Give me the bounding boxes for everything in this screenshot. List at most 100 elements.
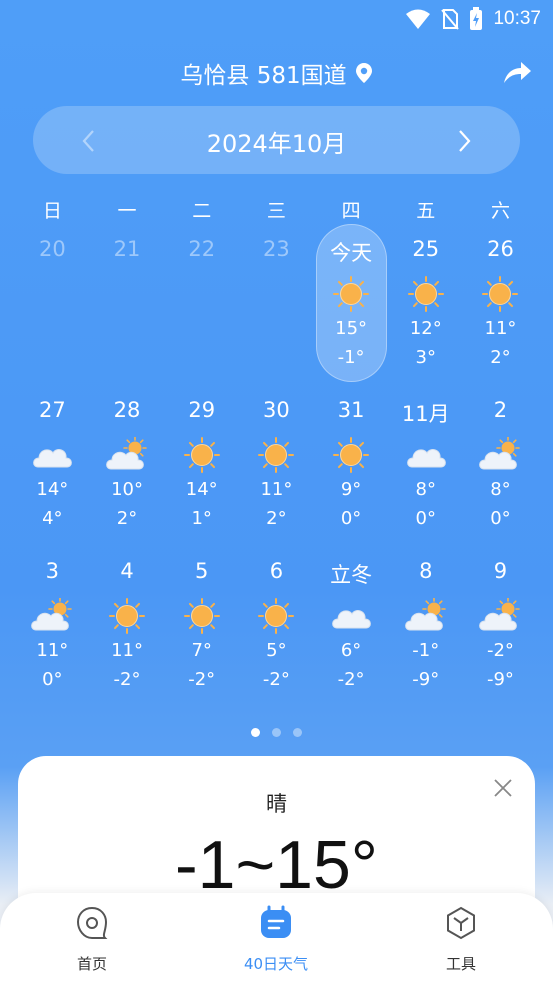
sun-icon <box>105 598 149 634</box>
location-pin-icon <box>355 63 372 83</box>
day-number: 21 <box>113 237 141 261</box>
sun-icon <box>180 437 224 473</box>
status-icons: 10:37 <box>405 6 541 32</box>
detail-weather: 晴 <box>266 792 287 816</box>
page-indicator <box>0 728 553 737</box>
calendar-day-today[interactable]: 今天 15° -1° <box>314 224 389 385</box>
temp-high: 15° <box>335 318 368 339</box>
calendar-day[interactable]: 26 11° 2° <box>463 224 538 385</box>
calendar-day: 23 <box>239 224 314 385</box>
temp-low: 0° <box>340 508 362 529</box>
calendar-day[interactable]: 3 11° 0° <box>15 546 90 707</box>
nav-home[interactable]: 首页 <box>37 905 147 974</box>
temp-high: 11° <box>36 640 69 661</box>
calendar-day[interactable]: 8 -1° -9° <box>388 546 463 707</box>
page-dot[interactable] <box>293 728 302 737</box>
month-selector: 2024年10月 <box>33 106 520 174</box>
temp-low: 2° <box>266 508 287 529</box>
temp-low: 2° <box>490 347 511 368</box>
day-number: 26 <box>487 237 514 261</box>
calendar-day[interactable]: 28 10° 2° <box>90 385 165 546</box>
calendar-day[interactable]: 5 7° -2° <box>164 546 239 707</box>
day-number: 6 <box>269 559 284 583</box>
temp-low: -1° <box>337 347 365 368</box>
chevron-right-icon[interactable] <box>454 128 474 154</box>
temp-low: 2° <box>116 508 138 529</box>
page-dot-active[interactable] <box>251 728 260 737</box>
day-number: 8 <box>419 559 433 583</box>
calendar-day[interactable]: 29 14° 1° <box>164 385 239 546</box>
share-icon[interactable] <box>501 56 533 88</box>
day-number: 25 <box>412 237 440 261</box>
temp-low: -2° <box>113 669 141 690</box>
sun-icon <box>478 276 522 312</box>
page-dot[interactable] <box>272 728 281 737</box>
sun-icon <box>254 598 298 634</box>
partly-cloudy-icon <box>404 597 448 634</box>
cloud-icon <box>404 437 448 473</box>
temp-high: -2° <box>486 640 514 661</box>
calendar-week-row: 3 11° 0° 4 11° -2° 5 7° -2° 6 5° -2° 立冬 6° -2° 8 -1° -… <box>15 546 538 707</box>
calendar-day[interactable]: 9 -2° -9° <box>463 546 538 707</box>
temp-low: 0° <box>490 508 511 529</box>
calendar-day: 20 <box>15 224 90 385</box>
calendar-day[interactable]: 31 9° 0° <box>314 385 389 546</box>
temp-high: 7° <box>191 640 212 661</box>
temp-low: 0° <box>42 669 63 690</box>
status-bar: 10:37 <box>0 0 553 38</box>
nav-40day[interactable]: 40日天气 <box>221 905 331 974</box>
calendar-day[interactable]: 立冬 6° -2° <box>314 546 389 707</box>
temp-high: -1° <box>412 640 440 661</box>
calendar-day[interactable]: 11月 8° 0° <box>388 385 463 546</box>
day-number: 22 <box>188 237 216 261</box>
nav-tools[interactable]: 工具 <box>406 905 516 974</box>
location-selector[interactable]: 乌恰县 581国道 <box>0 56 553 90</box>
day-number: 11月 <box>401 402 450 426</box>
calendar-day[interactable]: 25 12° 3° <box>388 224 463 385</box>
temp-high: 14° <box>36 479 69 500</box>
weekday-label: 五 <box>416 200 436 222</box>
temp-low: 1° <box>191 508 212 529</box>
temp-low: -2° <box>188 669 216 690</box>
temp-low: -9° <box>486 669 514 690</box>
temp-high: 11° <box>111 640 143 661</box>
calendar-day[interactable]: 2 8° 0° <box>463 385 538 546</box>
no-sim-icon <box>441 9 460 30</box>
day-number: 5 <box>195 559 209 583</box>
calendar-day[interactable]: 27 14° 4° <box>15 385 90 546</box>
day-number: 29 <box>188 398 216 422</box>
calendar-day[interactable]: 4 11° -2° <box>90 546 165 707</box>
weekday-label: 四 <box>341 200 361 222</box>
day-number: 9 <box>493 559 508 583</box>
day-number: 28 <box>113 398 141 422</box>
temp-high: 10° <box>111 479 143 500</box>
day-number: 今天 <box>330 241 373 265</box>
battery-charging-icon <box>470 7 483 30</box>
temp-low: -2° <box>262 669 290 690</box>
weekday-header: 日 一 二 三 四 五 六 <box>15 196 538 223</box>
temp-high: 5° <box>266 640 287 661</box>
temp-low: 0° <box>415 508 436 529</box>
temp-high: 11° <box>484 318 517 339</box>
day-number: 立冬 <box>330 563 373 587</box>
temp-high: 6° <box>340 640 362 661</box>
temp-high: 12° <box>409 318 442 339</box>
calendar-day[interactable]: 30 11° 2° <box>239 385 314 546</box>
day-number: 3 <box>45 559 60 583</box>
weekday-label: 三 <box>266 200 286 222</box>
month-title: 2024年10月 <box>206 130 347 158</box>
temp-low: 3° <box>415 347 436 368</box>
calendar-grid: 20 21 22 23 今天 15° -1° 25 12° 3° 26 11° 2° 27 14° 4° 28… <box>15 224 538 707</box>
sun-icon <box>254 437 298 473</box>
temp-high: 8° <box>415 479 436 500</box>
tools-icon <box>447 906 475 940</box>
partly-cloudy-icon <box>30 597 74 634</box>
partly-cloudy-icon <box>105 436 149 473</box>
close-icon[interactable] <box>493 778 513 798</box>
nav-home-label: 首页 <box>76 955 107 973</box>
sun-icon <box>180 598 224 634</box>
day-number: 2 <box>493 398 508 422</box>
location-label: 乌恰县 581国道 <box>180 63 347 89</box>
temp-high: 8° <box>490 479 511 500</box>
calendar-day[interactable]: 6 5° -2° <box>239 546 314 707</box>
